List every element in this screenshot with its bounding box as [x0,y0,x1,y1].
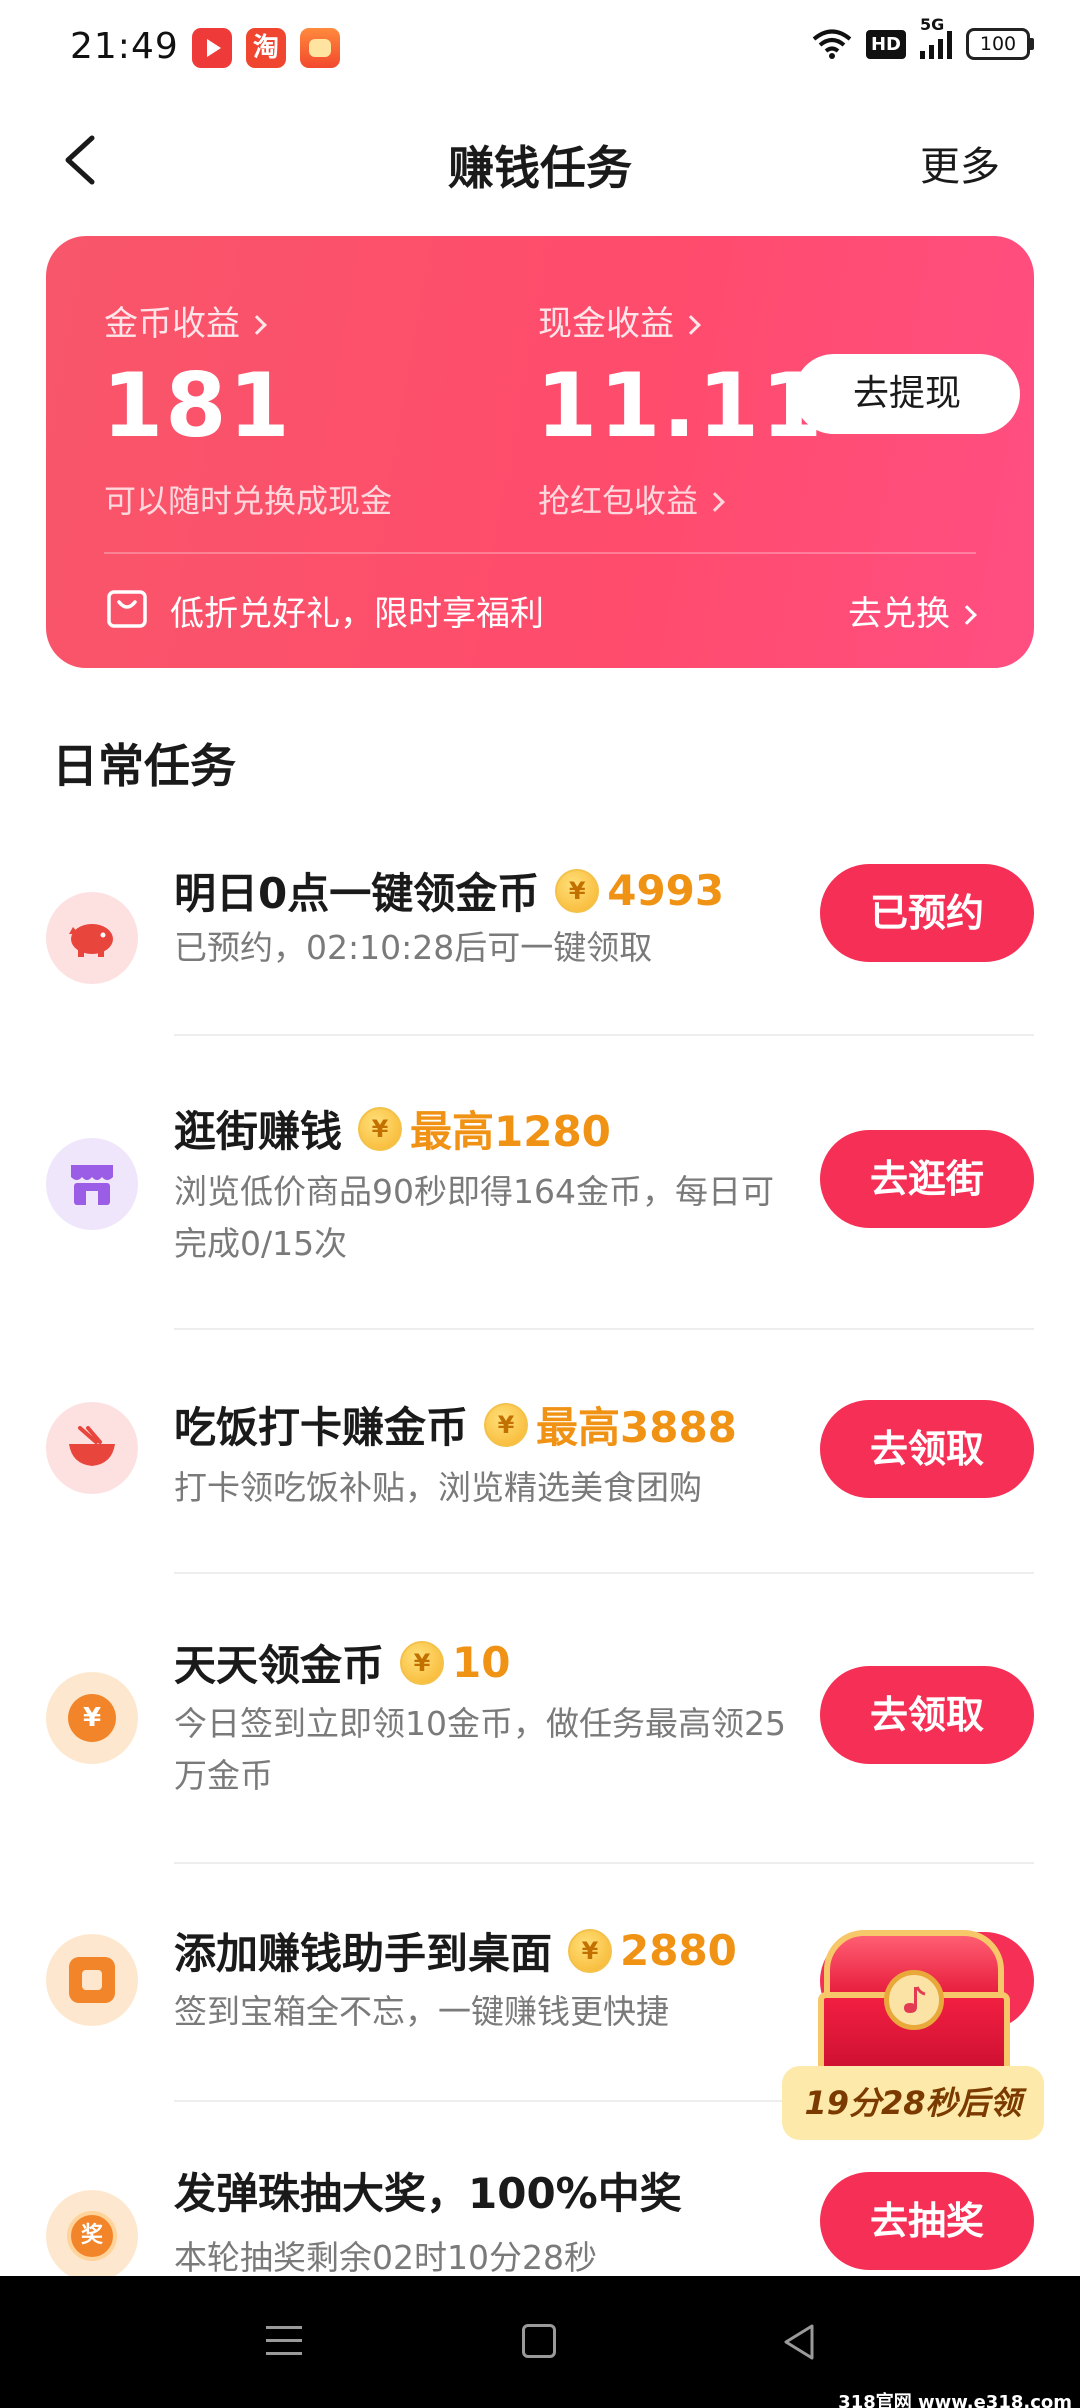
chevron-right-icon [957,605,977,625]
reward-app-icon [300,28,340,68]
system-nav-bar: 318官网 www.e318.com [0,2276,1080,2408]
music-note-icon [884,1970,944,2030]
status-time: 21:49 [70,26,179,67]
battery-icon: 100 [966,28,1034,60]
red-packet-earnings-link[interactable]: 抢红包收益 [538,476,725,522]
home-icon[interactable] [522,2324,556,2358]
chevron-right-icon [705,492,725,512]
task-reward: 最高1280 [410,1107,611,1156]
widget-square-icon [46,1934,138,2026]
shopping-bag-icon [107,590,147,628]
exchange-label: 去兑换 [848,594,950,634]
signal-icon: 5G [920,15,952,59]
prize-icon: 奖 [46,2190,138,2282]
reserved-button[interactable]: 已预约 [820,864,1034,962]
daily-tasks-title: 日常任务 [52,739,236,793]
divider [174,1328,1034,1330]
yuan-coin-icon: ¥ [46,1672,138,1764]
gold-coin-icon: ¥ [358,1106,403,1151]
taobao-icon: 淘 [246,28,286,68]
divider [174,1034,1034,1036]
task-title-text: 逛街赚钱 [174,1107,343,1156]
task-reward: 最高3888 [536,1403,737,1452]
claim-button[interactable]: 去领取 [820,1666,1034,1764]
gold-coin-icon: ¥ [484,1402,529,1447]
yuan-symbol: ¥ [68,1694,116,1742]
piggy-bank-icon [46,892,138,984]
task-title: 吃饭打卡赚金币 ¥ 最高3888 [174,1394,737,1455]
wifi-icon [812,29,852,59]
task-title-text: 吃饭打卡赚金币 [174,1403,469,1452]
task-description: 今日签到立即领10金币，做任务最高领25万金币 [174,1704,786,1795]
task-reward: 2880 [620,1926,737,1975]
task-title-text: 明日0点一键领金币 [174,869,540,918]
coin-earnings-hint: 可以随时兑换成现金 [104,482,393,520]
gold-coin-icon: ¥ [555,868,600,913]
exchange-link[interactable]: 去兑换 [848,586,977,635]
watermark: 318官网 www.e318.com [838,2392,1072,2408]
coin-earnings-link[interactable]: 金币收益 [104,296,267,345]
task-description: 已预约，02:10:28后可一键领取 [174,928,653,967]
task-description: 浏览低价商品90秒即得164金币，每日可完成0/15次 [174,1172,774,1263]
task-title: 明日0点一键领金币 ¥ 4993 [174,860,724,921]
rice-bowl-icon [46,1402,138,1494]
divider [104,552,976,554]
task-title: 天天领金币 ¥ 10 [174,1632,510,1693]
task-title-text: 天天领金币 [174,1641,385,1690]
coin-earnings-value: 181 [102,354,292,457]
divider [174,1862,1034,1864]
video-app-icon [192,28,232,68]
header: 赚钱任务 更多 [0,110,1080,210]
chevron-right-icon [681,315,701,335]
system-icons: HD 5G 100 [812,15,1034,60]
task-title-text: 发弹珠抽大奖，100%中奖 [174,2169,682,2218]
task-title: 逛街赚钱 ¥ 最高1280 [174,1098,611,1159]
page-title: 赚钱任务 [448,141,632,195]
coin-earnings-label: 金币收益 [104,304,240,344]
gold-coin-icon: ¥ [568,1928,613,1973]
shop-icon [46,1138,138,1230]
task-title: 发弹珠抽大奖，100%中奖 [174,2160,682,2221]
back-triangle-icon[interactable] [780,2322,820,2362]
chevron-right-icon [247,315,267,335]
task-title-text: 添加赚钱助手到桌面 [174,1929,553,1978]
prize-glyph: 奖 [67,2211,117,2261]
chest-countdown: 19分28秒后领 [782,2066,1044,2140]
task-reward: 4993 [607,866,725,915]
floating-treasure-chest[interactable]: 19分28秒后领 [782,1916,1052,2152]
status-bar: 21:49 淘 HD 5G 100 [0,0,1080,96]
red-packet-earnings-label: 抢红包收益 [538,482,699,520]
menu-icon[interactable] [266,2326,302,2358]
draw-prize-button[interactable]: 去抽奖 [820,2172,1034,2270]
promo-text: 低折兑好礼，限时享福利 [170,594,544,634]
cash-earnings-link[interactable]: 现金收益 [538,296,701,345]
task-description: 签到宝箱全不忘，一键赚钱更快捷 [174,1992,669,2031]
task-reward: 10 [452,1638,511,1687]
gold-coin-icon: ¥ [400,1640,445,1685]
cash-earnings-value: 11.11 [536,354,825,457]
task-title: 添加赚钱助手到桌面 ¥ 2880 [174,1920,737,1981]
task-description: 打卡领吃饭补贴，浏览精选美食团购 [174,1468,702,1507]
withdraw-button[interactable]: 去提现 [794,354,1020,434]
notification-icons: 淘 [192,28,340,68]
hd-icon: HD [865,29,906,59]
cash-earnings-label: 现金收益 [538,304,674,344]
earnings-card: 金币收益 181 可以随时兑换成现金 现金收益 11.11 抢红包收益 去提现 … [46,236,1034,668]
go-shopping-button[interactable]: 去逛街 [820,1130,1034,1228]
more-button[interactable]: 更多 [920,134,1000,192]
claim-button[interactable]: 去领取 [820,1400,1034,1498]
divider [174,1572,1034,1574]
battery-level: 100 [966,28,1030,60]
network-type: 5G [920,15,945,34]
